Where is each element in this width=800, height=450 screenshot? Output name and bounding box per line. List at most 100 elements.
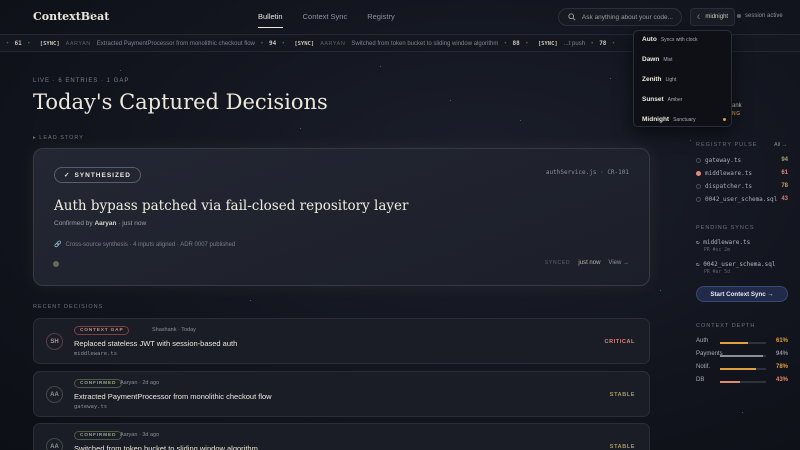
decision-title: Switched from token bucket to sliding wi… <box>74 444 258 450</box>
view-link[interactable]: View → <box>608 260 629 266</box>
decision-file: gateway.ts <box>74 404 108 410</box>
decision-row[interactable]: SH CONTEXT GAP Shashank · Today Replaced st… <box>33 318 650 364</box>
theme-option-dawn[interactable]: Dawn Mist <box>642 56 726 68</box>
ticker-score: 78 <box>599 40 607 47</box>
depth-label: DB <box>696 377 705 383</box>
tab-context-sync[interactable]: Context Sync <box>303 12 348 28</box>
ticker-separator: • <box>6 40 9 47</box>
depth-bar <box>720 368 766 370</box>
theme-dropdown: Auto Syncs with clock Dawn Mist Zenith Light S… <box>633 30 732 127</box>
pending-sync-meta: PR #sc 2m <box>704 248 730 253</box>
ticker-author: AARYAN <box>320 40 346 47</box>
pulse-item[interactable]: gateway.ts 94 <box>696 155 788 165</box>
depth-label: Payments <box>696 351 723 357</box>
moon-icon: ☾ <box>697 14 703 21</box>
theme-button[interactable]: ☾ midnight <box>690 8 736 26</box>
ticker-tag: [SYNC] <box>294 40 315 47</box>
depth-value: 78% <box>775 364 788 370</box>
pulse-item[interactable]: dispatcher.ts 78 <box>696 181 788 191</box>
lead-actions: SYNCED just now View → <box>545 260 629 266</box>
registry-pulse-heading: REGISTRY PULSE <box>696 142 758 148</box>
pulse-score: 43 <box>781 196 788 202</box>
app-logo[interactable]: ContextBeat <box>33 10 109 23</box>
search-input[interactable] <box>581 13 681 21</box>
theme-option-name: Dawn <box>642 56 660 63</box>
session-status: session active <box>737 13 783 19</box>
ticker-score: 94 <box>268 40 277 47</box>
ticker-separator: • <box>504 40 507 47</box>
depth-item: Auth 61% <box>696 337 788 347</box>
decision-row[interactable]: AA CONFIRMED Aaryan · 2d ago Extracted Paym… <box>33 371 650 417</box>
ticker-author: AARYAN <box>65 40 91 47</box>
sidebar-partial-text: ank <box>732 103 742 109</box>
pending-sync-file: middleware.ts <box>703 239 751 246</box>
theme-option-name: Auto <box>642 36 657 43</box>
lead-story-card[interactable]: ✓ SYNTHESIZED authService.js · CR-101 Au… <box>33 148 650 286</box>
ticker-item[interactable]: [SYNC] ...t push • 78 • <box>538 40 615 47</box>
theme-option-midnight[interactable]: Midnight Sanctuary <box>642 116 726 128</box>
ticker-text: Extracted PaymentProcessor from monolith… <box>96 40 255 47</box>
decision-file: middleware.ts <box>74 351 118 357</box>
depth-value: 61% <box>775 338 788 344</box>
ticker-text: Switched from token bucket to sliding wi… <box>351 40 499 47</box>
depth-value: 43% <box>775 377 788 383</box>
pulse-dot-icon <box>696 157 701 163</box>
theme-option-name: Sunset <box>642 96 664 103</box>
ticker-separator: • <box>525 40 528 47</box>
pending-sync-file: 0042_user_schema.sql <box>703 261 776 268</box>
pulse-file: gateway.ts <box>705 156 742 164</box>
severity-label: STABLE <box>609 444 635 450</box>
tab-registry[interactable]: Registry <box>367 12 395 28</box>
pulse-item[interactable]: 0042_user_schema.sql 43 <box>696 194 788 204</box>
pending-sync-item[interactable]: ↻ 0042_user_schema.sql PR #ar 5d <box>696 261 775 275</box>
ticker-separator: • <box>591 40 594 47</box>
ticker-item[interactable]: uth•61• <box>0 40 30 47</box>
theme-option-auto[interactable]: Auto Syncs with clock <box>642 36 726 48</box>
ticker-separator: • <box>260 40 263 47</box>
lead-title: Auth bypass patched via fail-closed repo… <box>54 198 409 214</box>
context-depth-heading: CONTEXT DEPTH <box>696 323 756 329</box>
depth-value: 94% <box>775 351 788 357</box>
depth-bar-fill <box>720 381 740 383</box>
synced-label: SYNCED <box>544 260 571 266</box>
depth-label: Notif. <box>696 364 711 370</box>
depth-label: Auth <box>696 338 709 344</box>
theme-option-sub: Mist <box>663 57 673 63</box>
decision-byline: Aaryan · 2d ago <box>120 380 160 386</box>
depth-item: DB 43% <box>696 376 788 386</box>
search-box[interactable] <box>558 8 682 26</box>
check-icon: ✓ <box>64 172 71 179</box>
status-text: session active <box>745 13 783 19</box>
ticker-score: 88 <box>512 40 520 47</box>
pulse-all-link[interactable]: All → <box>774 142 787 148</box>
depth-item: Notif. 78% <box>696 363 788 373</box>
theme-option-sub: Syncs with clock <box>660 37 698 43</box>
pulse-file: dispatcher.ts <box>705 182 752 190</box>
status-badge: CONTEXT GAP <box>74 326 130 335</box>
ticker-separator: • <box>282 40 285 47</box>
ticker-tag: [SYNC] <box>537 40 558 47</box>
pending-sync-item[interactable]: ↻ middleware.ts PR #sc 2m <box>696 239 750 253</box>
recent-decisions-label: RECENT DECISIONS <box>33 304 104 310</box>
lead-status-dot <box>53 261 59 267</box>
theme-option-sunset[interactable]: Sunset Amber <box>642 96 726 108</box>
ticker-item[interactable]: [SYNC] AARYAN Switched from token bucket t… <box>294 40 528 47</box>
tab-bulletin[interactable]: Bulletin <box>258 12 283 28</box>
depth-bar-fill <box>720 368 756 370</box>
ticker-track: uth•61•[SYNC]AARYANExtracted PaymentProc… <box>0 40 615 47</box>
theme-option-name: Zenith <box>642 76 662 83</box>
page-title: Today's Captured Decisions <box>33 90 328 114</box>
pulse-item[interactable]: middleware.ts 61 <box>696 168 788 178</box>
synced-time: just now <box>578 260 601 266</box>
avatar: AA <box>46 438 63 450</box>
link-icon: 🔗 <box>54 242 62 248</box>
start-context-sync-button[interactable]: Start Context Sync → <box>696 286 788 302</box>
lead-confirmed: Confirmed by Aaryan · just now <box>54 220 147 227</box>
decision-row[interactable]: AA CONFIRMED Aaryan · 3d ago Switched from … <box>33 423 650 450</box>
ticker-item[interactable]: [SYNC] AARYAN Extracted PaymentProcessor f… <box>40 40 285 47</box>
ticker-text: ...t push <box>563 40 586 47</box>
theme-option-zenith[interactable]: Zenith Light <box>642 76 726 88</box>
decision-title: Replaced stateless JWT with session-base… <box>74 339 238 348</box>
depth-item: Payments 94% <box>696 350 788 360</box>
pending-syncs-heading: PENDING SYNCS <box>696 225 755 231</box>
